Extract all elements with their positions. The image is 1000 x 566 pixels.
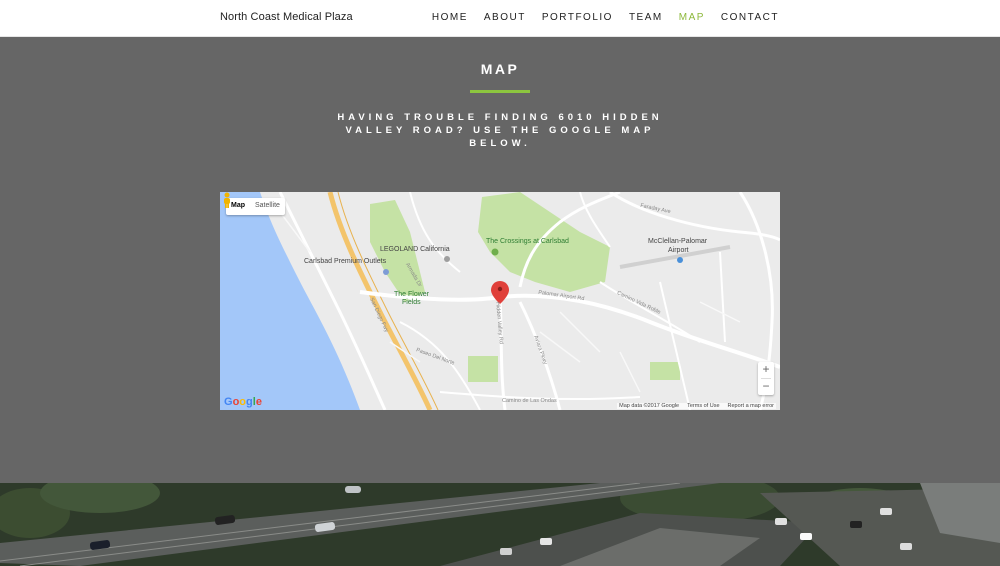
nav-item-team[interactable]: TEAM (629, 12, 663, 23)
terms-of-use-link[interactable]: Terms of Use (687, 403, 719, 409)
legoland-poi-icon[interactable] (444, 256, 450, 262)
label-flower-fields-line1: The Flower (394, 291, 430, 298)
label-airport-line1: McClellan-Palomar (648, 238, 708, 245)
label-outlets: Carlsbad Premium Outlets (304, 258, 387, 265)
top-navigation-bar: North Coast Medical Plaza HOME ABOUT POR… (0, 0, 1000, 37)
site-brand[interactable]: North Coast Medical Plaza (220, 11, 353, 23)
nav-item-about[interactable]: ABOUT (484, 12, 526, 23)
google-logo[interactable]: Google (224, 396, 262, 408)
google-map[interactable]: LEGOLAND California Carlsbad Premium Out… (220, 192, 780, 410)
nav-item-map[interactable]: MAP (679, 12, 705, 23)
label-legoland: LEGOLAND California (380, 246, 450, 253)
aerial-photo (0, 483, 1000, 566)
airport-poi-icon[interactable] (677, 257, 683, 263)
main-nav: HOME ABOUT PORTFOLIO TEAM MAP CONTACT (416, 12, 779, 23)
section-title: MAP (480, 61, 520, 77)
map-attribution: Map data ©2017 Google Terms of Use Repor… (617, 403, 776, 409)
nav-item-home[interactable]: HOME (432, 12, 468, 23)
label-airport-line2: Airport (668, 247, 689, 254)
park-small (468, 356, 498, 382)
nav-item-portfolio[interactable]: PORTFOLIO (542, 12, 613, 23)
zoom-in-button[interactable]: + (758, 362, 774, 378)
zoom-out-button[interactable]: − (758, 379, 774, 395)
map-type-toggle: Map Satellite (226, 198, 285, 215)
crossings-poi-icon[interactable] (491, 248, 499, 256)
map-data-credit: Map data ©2017 Google (619, 403, 680, 409)
park-small-2 (650, 362, 680, 380)
nav-item-contact[interactable]: CONTACT (721, 12, 779, 23)
label-flower-fields-line2: Fields (402, 299, 421, 306)
report-map-error-link[interactable]: Report a map error (728, 403, 774, 409)
label-crossings: The Crossings at Carlsbad (486, 238, 569, 245)
pegman-icon[interactable] (220, 192, 234, 208)
aerial-photo-image (0, 483, 1000, 566)
map-section: MAP HAVING TROUBLE FINDING 6010 HIDDEN V… (0, 37, 1000, 483)
zoom-control: + − (758, 362, 774, 395)
title-underline (470, 90, 530, 93)
map-type-satellite-button[interactable]: Satellite (250, 198, 285, 215)
outlets-poi-icon[interactable] (383, 269, 389, 275)
section-subtitle: HAVING TROUBLE FINDING 6010 HIDDEN VALLE… (337, 112, 663, 149)
label-las-ondas: Camino de Las Ondas (502, 398, 557, 404)
